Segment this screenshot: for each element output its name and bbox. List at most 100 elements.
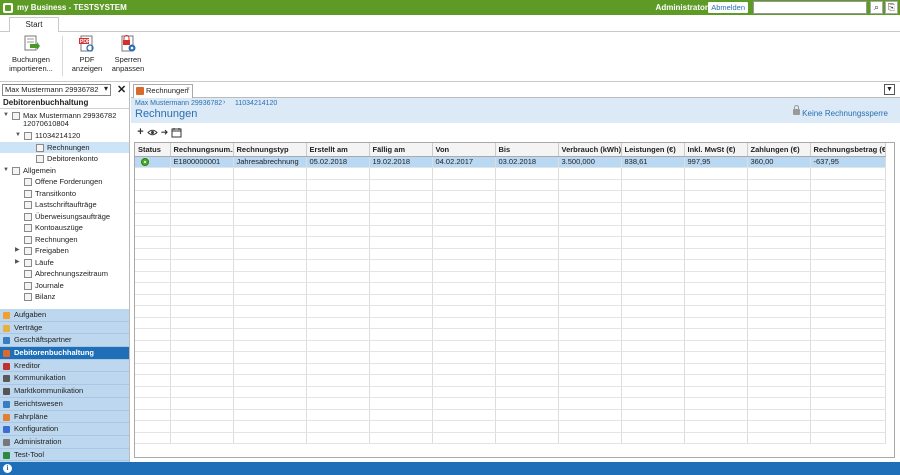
tree-node-icon xyxy=(24,212,32,221)
invoice-lock-link[interactable]: Keine Rechnungssperre xyxy=(802,109,888,118)
tab-rechnungen[interactable]: Rechnungen × xyxy=(133,84,193,98)
nav-item[interactable]: Marktkommunikation xyxy=(0,385,129,398)
close-icon[interactable]: ✕ xyxy=(117,83,126,96)
column-header[interactable]: Leistungen (€) xyxy=(621,143,685,157)
ribbon-tab-start[interactable]: Start xyxy=(9,17,59,33)
tree-item[interactable]: ▼ Max Mustermann 29936782 12070610804 xyxy=(0,110,129,130)
global-search-input[interactable] xyxy=(753,1,867,14)
breadcrumb-account[interactable]: 11034214120 xyxy=(235,100,277,107)
column-header[interactable]: Bis xyxy=(495,143,559,157)
tree-item[interactable]: ▼ 11034214120 xyxy=(0,130,129,142)
collapse-icon[interactable]: ▼ xyxy=(15,130,21,142)
panel-menu-icon[interactable]: ▼ xyxy=(884,84,895,95)
tree-item[interactable]: Rechnungen xyxy=(0,141,129,153)
left-panel-heading: Debitorenbuchhaltung xyxy=(0,97,129,109)
tree-item[interactable]: Abrechnungszeitraum xyxy=(0,268,129,280)
tree-node-icon xyxy=(24,178,32,186)
navigation-tree: ▼ Max Mustermann 29936782 12070610804 ▼ 1103… xyxy=(0,110,129,303)
nav-item[interactable]: Debitorenbuchhaltung xyxy=(0,347,129,360)
expand-icon[interactable]: ▶ xyxy=(15,245,20,257)
svg-text:PDF: PDF xyxy=(80,39,90,45)
pdf-icon: PDF xyxy=(78,35,96,53)
tree-item[interactable]: Offene Forderungen xyxy=(0,176,129,188)
status-bar: i xyxy=(0,462,900,475)
table-row[interactable]: E1800000001 Jahresabrechnung 05.02.2018 19.… xyxy=(135,156,886,168)
nav-item-label: Konfiguration xyxy=(14,424,59,434)
logout-button[interactable]: Abmelden xyxy=(708,2,748,13)
tree-item[interactable]: ▶ Läufe xyxy=(0,257,129,269)
tree-item[interactable]: Rechnungen xyxy=(0,234,129,246)
column-header[interactable]: Von xyxy=(432,143,496,157)
tree-item[interactable]: Bilanz xyxy=(0,291,129,303)
tree-item-label: Läufe xyxy=(35,257,54,267)
show-pdf-button[interactable]: PDF PDF anzeigen xyxy=(68,35,106,73)
app-title: my Business - TESTSYSTEM xyxy=(17,3,127,12)
tree-item[interactable]: Überweisungsaufträge xyxy=(0,211,129,223)
tree-item-label: Journale xyxy=(35,280,64,290)
tree-node-icon xyxy=(24,281,32,290)
tree-item[interactable]: Transitkonto xyxy=(0,188,129,200)
empty-row xyxy=(135,271,886,283)
column-header[interactable]: Rechnungsnum... xyxy=(170,143,234,157)
column-header[interactable]: Status xyxy=(135,143,171,157)
column-header[interactable]: Zahlungen (€) xyxy=(747,143,811,157)
nav-item-icon xyxy=(3,413,10,421)
forward-icon[interactable]: ➜ xyxy=(159,127,170,138)
export-icon[interactable]: ⎘ xyxy=(885,1,898,14)
nav-item[interactable]: Administration xyxy=(0,436,129,449)
nav-item[interactable]: Aufgaben xyxy=(0,309,129,322)
nav-item[interactable]: Verträge xyxy=(0,322,129,335)
tree-item[interactable]: ▶ Freigaben xyxy=(0,245,129,257)
tree-item[interactable]: ▼ Allgemein xyxy=(0,165,129,177)
nav-item-label: Fahrpläne xyxy=(14,411,48,421)
column-header[interactable]: Rechnungsbetrag (€) xyxy=(810,143,886,157)
nav-item[interactable]: Berichtswesen xyxy=(0,398,129,411)
nav-item[interactable]: Test-Tool xyxy=(0,449,129,462)
calendar-icon[interactable] xyxy=(171,127,182,138)
context-select[interactable]: Max Mustermann 29936782 xyxy=(2,84,111,96)
nav-item[interactable]: Konfiguration xyxy=(0,423,129,436)
adjust-locks-button[interactable]: Sperren anpassen xyxy=(108,35,148,73)
tree-item-label: Rechnungen xyxy=(47,142,90,152)
empty-row xyxy=(135,213,886,226)
view-icon[interactable] xyxy=(147,127,158,138)
table-cell: 3.500,000 xyxy=(558,156,622,168)
nav-item-label: Test-Tool xyxy=(14,449,45,459)
tree-item-label: Abrechnungszeitraum xyxy=(35,269,108,278)
table-cell: Jahresabrechnung xyxy=(233,156,307,168)
nav-item-icon xyxy=(3,324,10,332)
column-header[interactable]: Erstellt am xyxy=(306,143,370,157)
breadcrumb-customer[interactable]: Max Mustermann 29936782 xyxy=(135,100,222,107)
nav-item[interactable]: Geschäftspartner xyxy=(0,334,129,348)
tree-node-icon xyxy=(24,293,32,301)
nav-item[interactable]: Kommunikation xyxy=(0,372,129,386)
info-icon[interactable]: i xyxy=(3,464,12,473)
nav-item[interactable]: Fahrpläne xyxy=(0,411,129,424)
column-header[interactable]: Fällig am xyxy=(369,143,433,157)
empty-row xyxy=(135,190,886,203)
column-header[interactable]: Inkl. MwSt (€) xyxy=(684,143,748,157)
tree-item[interactable]: Debitorenkonto xyxy=(0,153,129,165)
collapse-icon[interactable]: ▼ xyxy=(3,110,9,122)
tree-item[interactable]: Kontoauszüge xyxy=(0,222,129,234)
add-icon[interactable]: + xyxy=(135,127,146,138)
ribbon-tabs: Start xyxy=(0,15,900,33)
table-cell xyxy=(135,156,171,168)
tree-item[interactable]: Journale xyxy=(0,280,129,292)
collapse-icon[interactable]: ▼ xyxy=(3,165,9,177)
tree-node-icon xyxy=(24,201,32,209)
lock-settings-icon xyxy=(119,35,137,53)
expand-icon[interactable]: ▶ xyxy=(15,257,20,269)
search-icon[interactable]: ⌕ xyxy=(870,1,883,14)
nav-item-icon xyxy=(3,312,10,319)
import-bookings-button[interactable]: Buchungen importieren... xyxy=(6,35,56,73)
tab-close-icon[interactable]: × xyxy=(186,84,190,96)
nav-item-label: Marktkommunikation xyxy=(14,386,84,396)
tree-item[interactable]: Lastschriftaufträge xyxy=(0,199,129,211)
ribbon-separator xyxy=(62,36,63,76)
column-header[interactable]: Verbrauch (kWh) xyxy=(558,143,622,157)
column-header[interactable]: Rechnungstyp xyxy=(233,143,307,157)
empty-row xyxy=(135,386,886,398)
page-header: Max Mustermann 29936782 › 11034214120 Re… xyxy=(131,98,900,123)
nav-item[interactable]: Kreditor xyxy=(0,360,129,373)
